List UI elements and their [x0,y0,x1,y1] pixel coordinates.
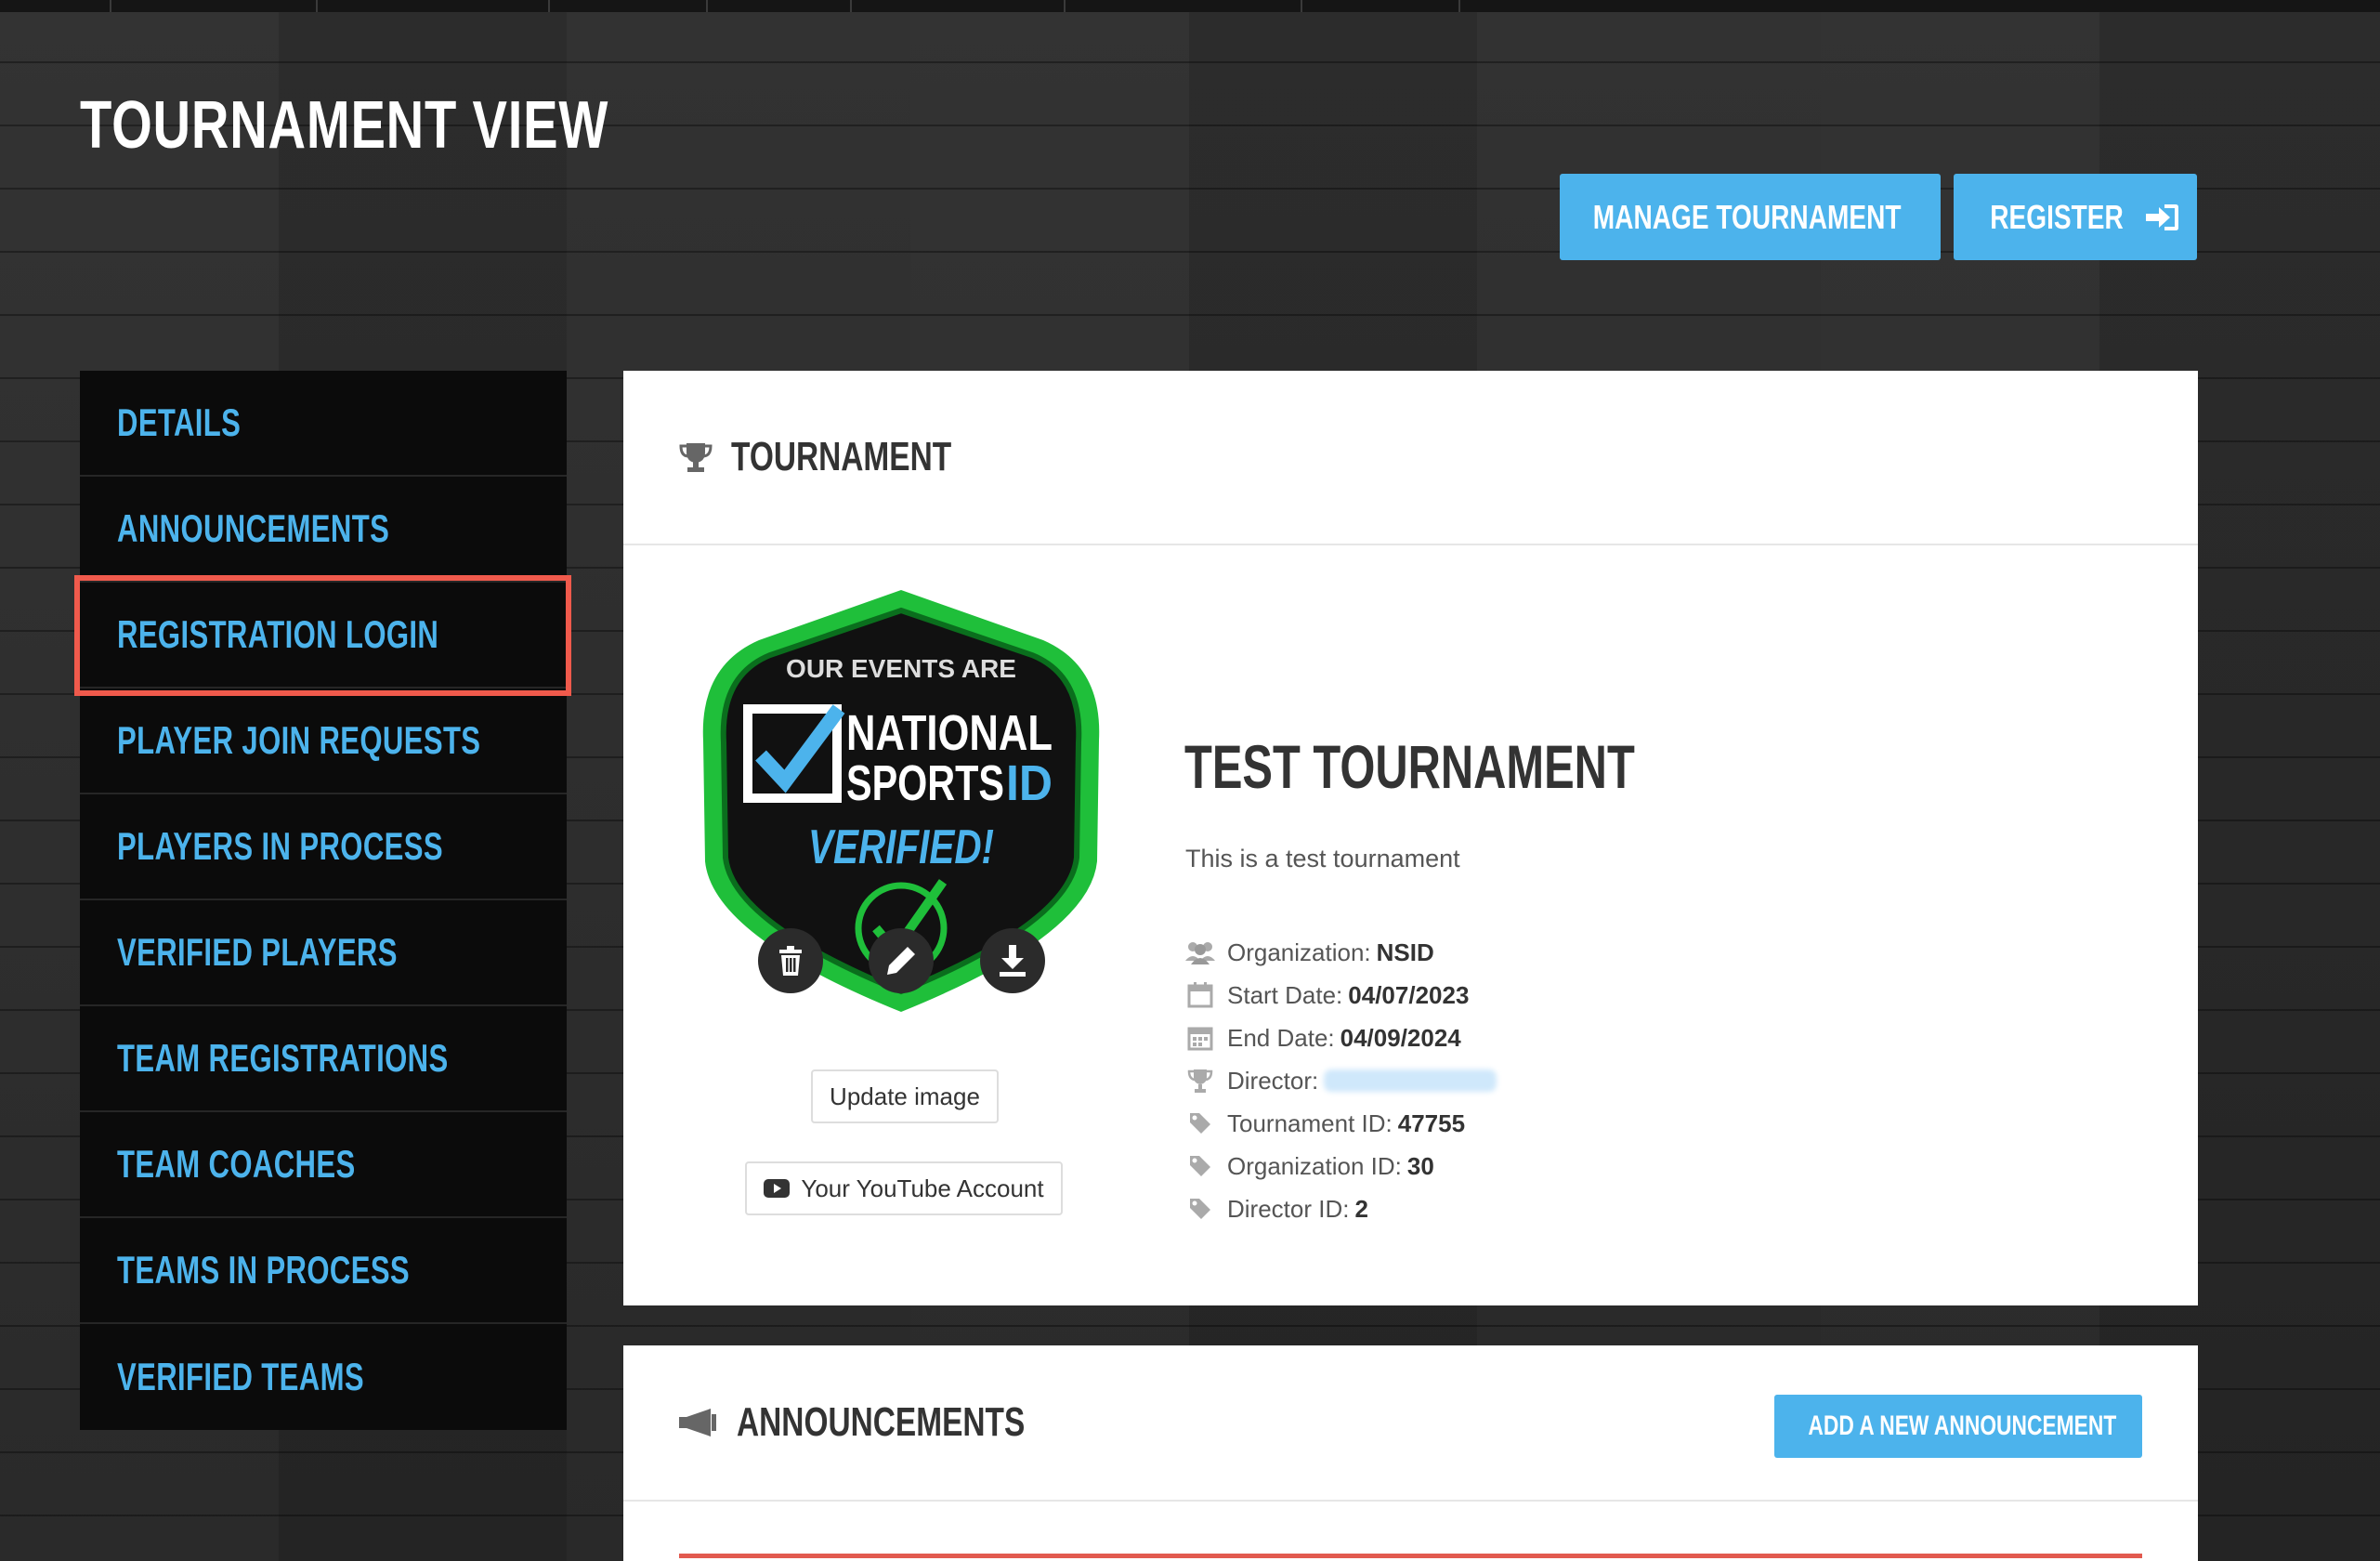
tournament-description: This is a test tournament [1185,845,1460,872]
update-image-button[interactable]: Update image [811,1069,999,1123]
tournament-name: TEST TOURNAMENT [1184,732,1635,801]
badge-line4: VERIFIED! [808,820,994,874]
sidebar-item-announcements[interactable]: ANNOUNCEMENTS [80,477,567,583]
add-announcement-label: ADD A NEW ANNOUNCEMENT [1808,1410,2116,1441]
megaphone-icon [679,1409,716,1436]
register-button[interactable]: REGISTER [1954,174,2197,260]
download-icon [1000,945,1026,977]
manage-tournament-button[interactable]: MANAGE TOURNAMENT [1560,174,1941,260]
info-label: Director ID: [1227,1194,1350,1223]
manage-tournament-label: MANAGE TOURNAMENT [1593,197,1902,236]
sign-in-icon [2146,203,2179,230]
sidebar-item-team-coaches[interactable]: TEAM COACHES [80,1112,567,1218]
sidebar-nav: DETAILS ANNOUNCEMENTS REGISTRATION LOGIN… [80,371,567,1430]
info-label: End Date: [1227,1023,1335,1052]
trophy-icon [1187,1069,1213,1093]
youtube-account-button[interactable]: Your YouTube Account [745,1161,1063,1215]
sidebar-item-label: PLAYERS IN PROCESS [117,824,443,868]
badge-line1: OUR EVENTS ARE [786,654,1016,683]
sidebar-item-label: VERIFIED PLAYERS [117,930,398,974]
sidebar-item-verified-teams[interactable]: VERIFIED TEAMS [80,1324,567,1430]
sidebar-item-label: TEAM REGISTRATIONS [117,1036,449,1080]
tournament-info-list: Organization: NSID Start Date: 04/07/2023 … [1184,931,1497,1230]
info-value: 2 [1354,1194,1368,1223]
info-label: Tournament ID: [1227,1108,1393,1137]
add-announcement-button[interactable]: ADD A NEW ANNOUNCEMENT [1774,1395,2142,1458]
badge-line3a: SPORTS [846,755,1004,811]
sidebar-item-label: ANNOUNCEMENTS [117,506,390,550]
tag-icon [1190,1199,1210,1219]
pencil-icon [887,947,915,975]
badge-line2: NATIONAL [846,705,1053,761]
users-icon [1185,942,1215,964]
info-value: 04/09/2024 [1340,1023,1461,1052]
announcements-card: ANNOUNCEMENTS ADD A NEW ANNOUNCEMENT [623,1345,2198,1561]
director-name-redacted [1324,1069,1497,1092]
sidebar-item-team-registrations[interactable]: TEAM REGISTRATIONS [80,1006,567,1112]
trash-icon [779,946,802,976]
tournament-card: TOURNAMENT OUR EVENTS ARE NATIONAL SPORT… [623,371,2198,1305]
info-value: 47755 [1397,1108,1466,1137]
info-organization-id: Organization ID: 30 [1184,1145,1497,1187]
sidebar-item-details[interactable]: DETAILS [80,371,567,477]
sidebar-item-label: TEAMS IN PROCESS [117,1248,411,1292]
delete-image-button[interactable] [758,928,823,993]
sidebar-item-label: REGISTRATION LOGIN [117,612,439,656]
card-title: ANNOUNCEMENTS [737,1399,1026,1445]
sidebar-item-registration-login[interactable]: REGISTRATION LOGIN [80,583,567,689]
youtube-account-label: Your YouTube Account [801,1174,1044,1202]
page-title: TOURNAMENT VIEW [80,88,609,163]
sidebar-item-label: PLAYER JOIN REQUESTS [117,718,481,762]
info-label: Organization: [1227,938,1371,966]
sidebar-item-verified-players[interactable]: VERIFIED PLAYERS [80,900,567,1006]
info-tournament-id: Tournament ID: 47755 [1184,1102,1497,1145]
sidebar-item-player-join-requests[interactable]: PLAYER JOIN REQUESTS [80,689,567,794]
tournament-card-header: TOURNAMENT [623,371,2198,545]
sidebar-item-label: DETAILS [117,400,242,444]
calendar-icon [1187,982,1213,1008]
info-start-date: Start Date: 04/07/2023 [1184,974,1497,1017]
edit-image-button[interactable] [869,928,934,993]
card-title: TOURNAMENT [731,434,952,479]
download-image-button[interactable] [980,928,1045,993]
youtube-icon [764,1179,791,1198]
info-label: Director: [1227,1066,1319,1095]
tournament-image: OUR EVENTS ARE NATIONAL SPORTS ID VERIFI… [700,583,1103,1019]
sidebar-item-label: TEAM COACHES [117,1142,356,1186]
info-value: NSID [1376,938,1434,966]
info-label: Start Date: [1227,980,1343,1009]
sidebar-item-players-in-process[interactable]: PLAYERS IN PROCESS [80,794,567,900]
info-director-id: Director ID: 2 [1184,1187,1497,1230]
info-end-date: End Date: 04/09/2024 [1184,1017,1497,1059]
calendar-icon [1187,1027,1213,1051]
alert-top-border [679,1554,2142,1558]
update-image-label: Update image [830,1082,980,1110]
top-nav-strip [0,0,2380,12]
badge-line3b: ID [1006,755,1053,811]
tag-icon [1190,1156,1210,1176]
tag-icon [1190,1113,1210,1134]
info-director: Director: [1184,1059,1497,1102]
sidebar-item-label: VERIFIED TEAMS [117,1355,364,1398]
info-value: 30 [1406,1151,1434,1180]
register-label: REGISTER [1990,197,2124,236]
info-value: 04/07/2023 [1348,980,1470,1009]
trophy-icon [679,443,713,472]
sidebar-item-teams-in-process[interactable]: TEAMS IN PROCESS [80,1218,567,1324]
info-label: Organization ID: [1227,1151,1402,1180]
info-organization: Organization: NSID [1184,931,1497,974]
announcements-card-header: ANNOUNCEMENTS ADD A NEW ANNOUNCEMENT [623,1345,2198,1502]
